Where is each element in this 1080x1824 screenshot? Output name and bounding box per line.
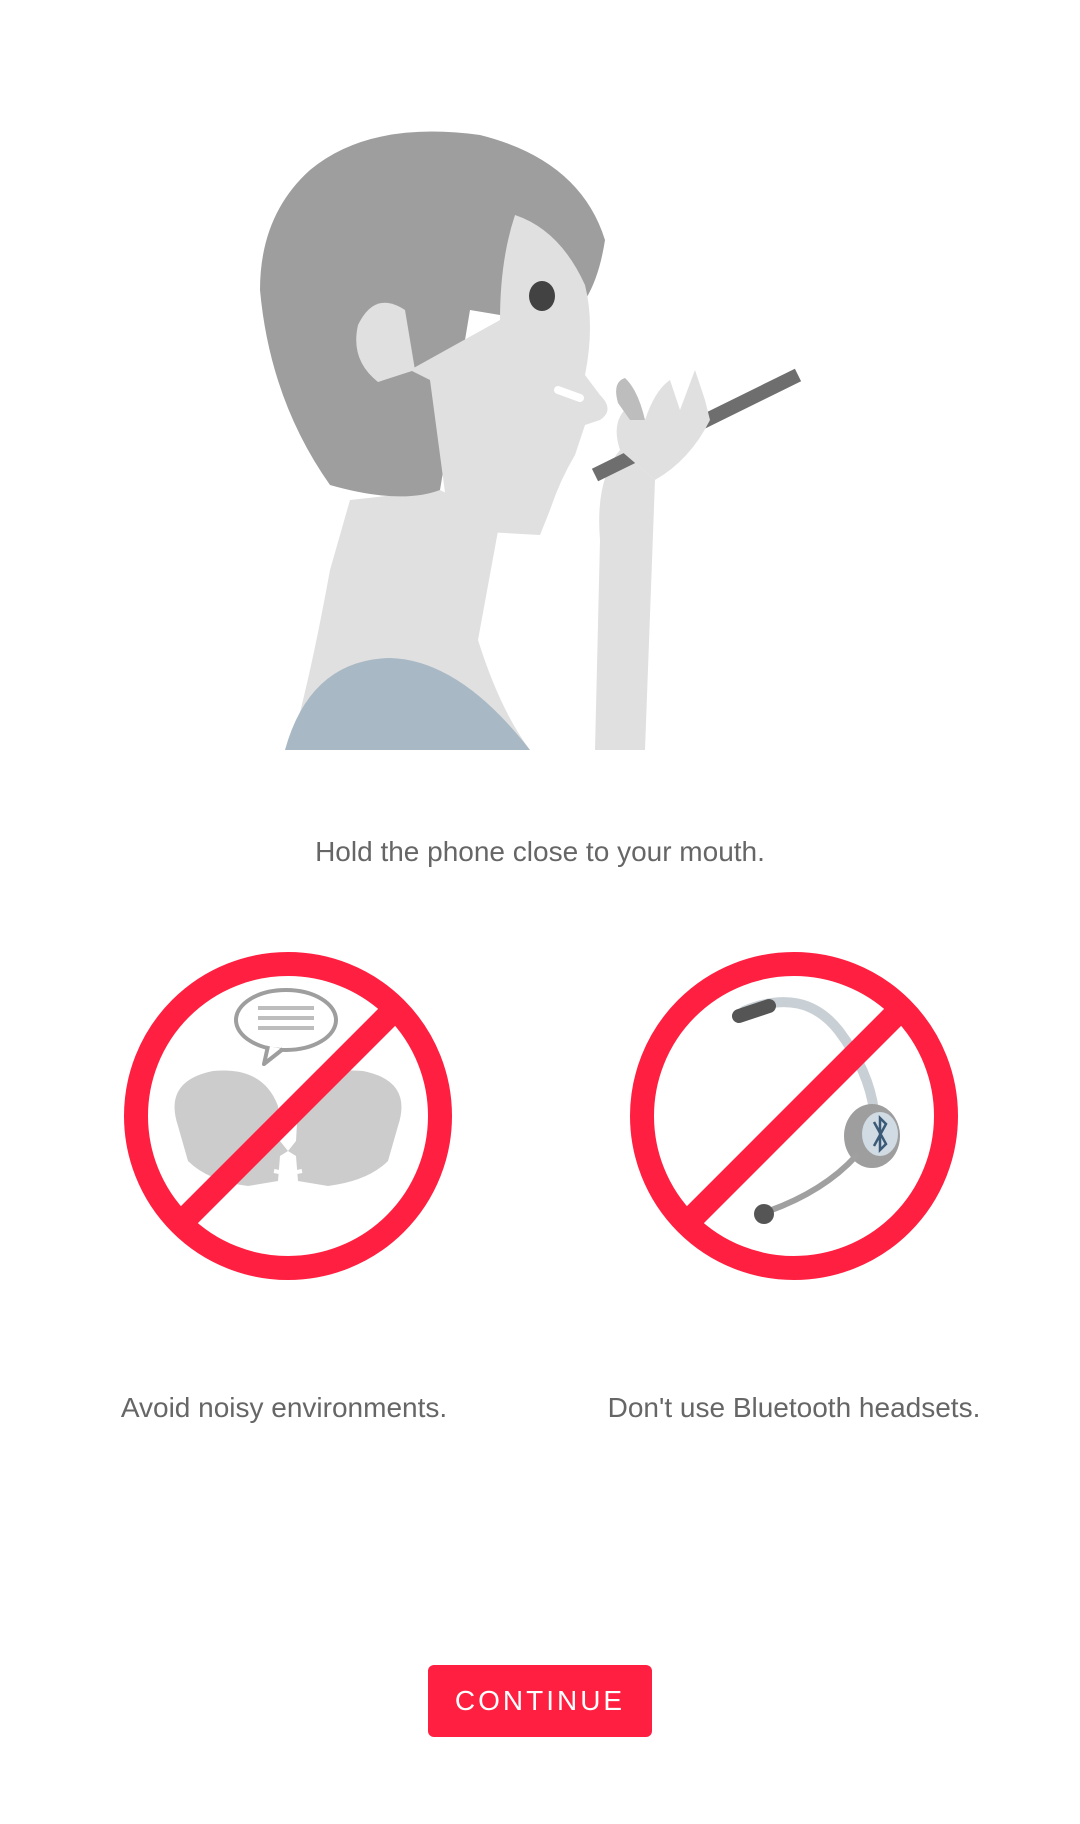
tip-noisy-environment: Avoid noisy environments.	[30, 0, 538, 1824]
tip-caption: Don't use Bluetooth headsets.	[607, 1392, 981, 1423]
tip-caption: Avoid noisy environments.	[120, 1392, 448, 1423]
no-bluetooth-headset-icon	[630, 952, 958, 1280]
continue-button[interactable]: CONTINUE	[428, 1665, 652, 1737]
no-noisy-environment-icon	[124, 952, 452, 1280]
tip-bluetooth-headset: Don't use Bluetooth headsets.	[540, 0, 1048, 1824]
